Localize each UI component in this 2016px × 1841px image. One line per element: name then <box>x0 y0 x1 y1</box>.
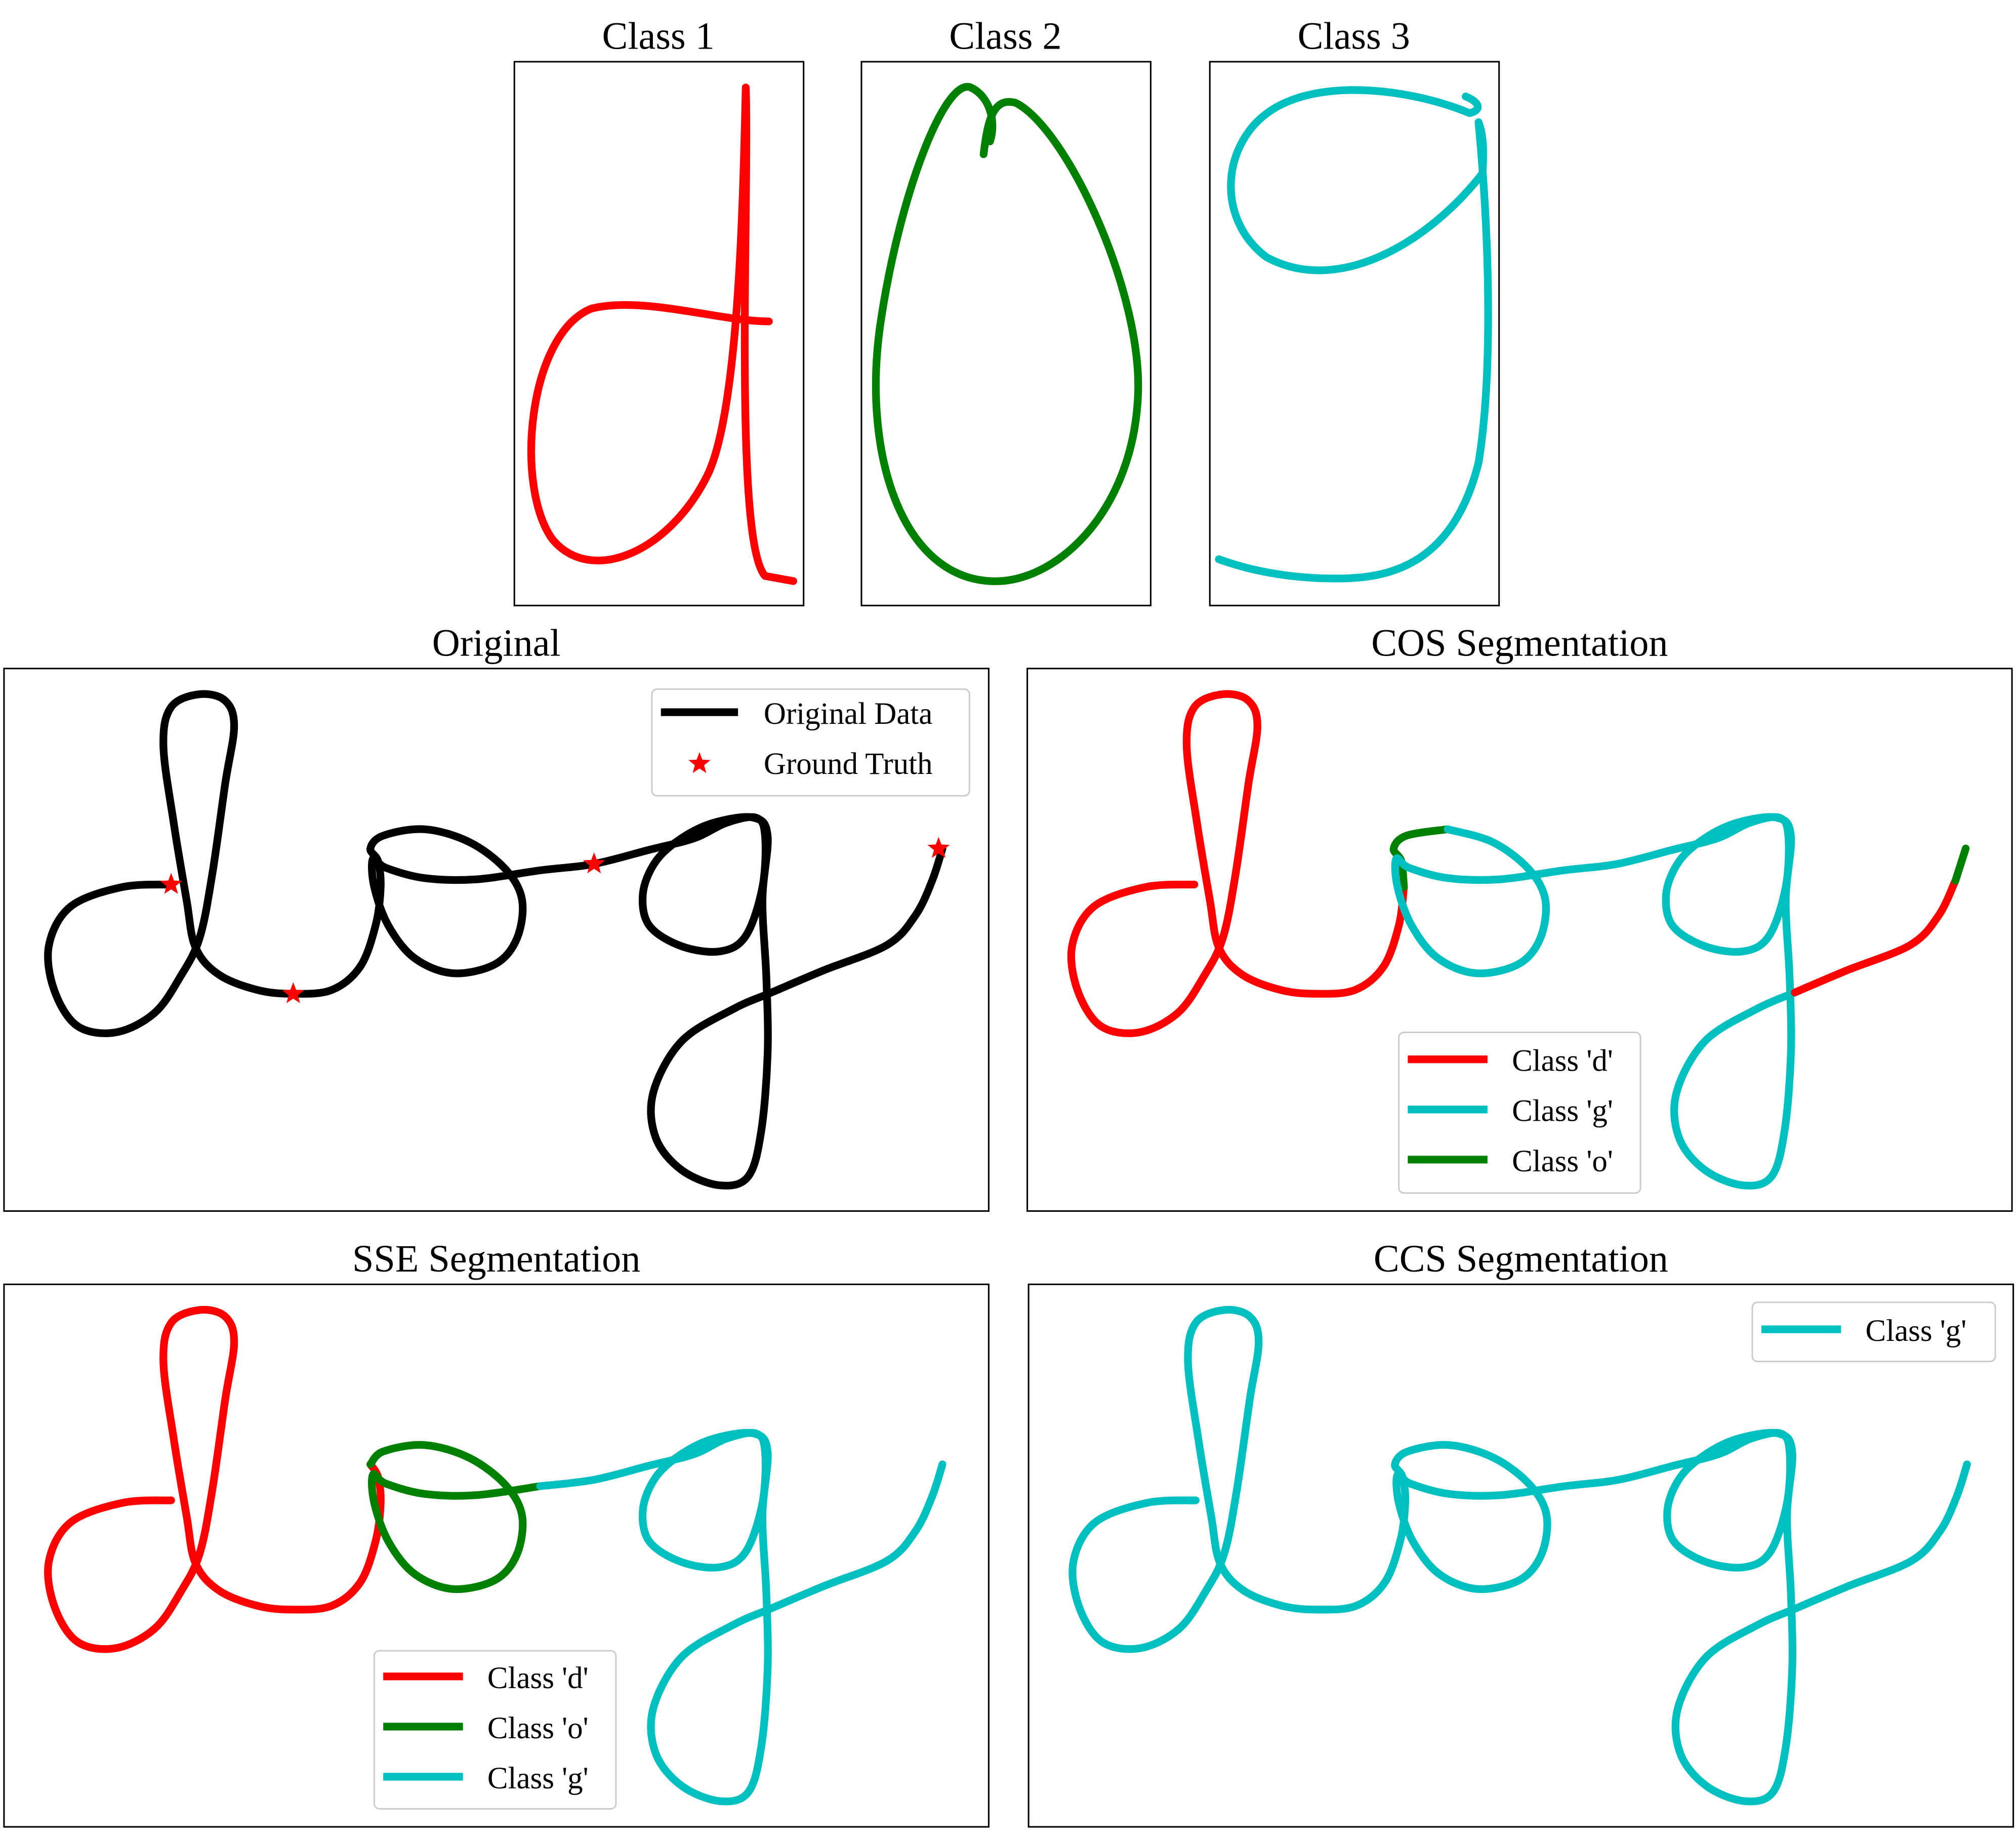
trajectory-segment <box>366 1441 544 1593</box>
class-2-title: Class 2 <box>949 15 1061 58</box>
class-3-title: Class 3 <box>1298 15 1410 58</box>
original-legend: Original Data Ground Truth <box>651 688 970 797</box>
figure: Class 1 Class 2 Class 3 Original Origina… <box>3 15 2014 1828</box>
class-1-panel: Class 1 <box>513 15 805 606</box>
sse-panel: SSE Segmentation Class 'd' Class 'o' Cla… <box>3 1238 990 1828</box>
cos-legend-o: Class 'o' <box>1512 1144 1613 1178</box>
cos-legend-g: Class 'g' <box>1512 1094 1613 1128</box>
letter-d-stroke <box>527 84 797 585</box>
cos-title: COS Segmentation <box>1371 622 1668 664</box>
sse-title: SSE Segmentation <box>352 1238 640 1280</box>
ccs-legend-g: Class 'g' <box>1866 1314 1967 1348</box>
class-2-panel: Class 2 <box>860 15 1151 606</box>
ground-truth-markers <box>160 837 950 1003</box>
sse-legend-d: Class 'd' <box>487 1661 589 1695</box>
ccs-legend: Class 'g' <box>1751 1301 1996 1363</box>
ccs-panel: CCS Segmentation Class 'g' <box>1027 1238 2014 1828</box>
trajectory-segment <box>1951 844 1970 885</box>
sse-legend: Class 'd' Class 'o' Class 'g' <box>373 1650 617 1810</box>
trajectory-segment <box>1791 877 1959 997</box>
ground-truth-star <box>583 852 605 874</box>
original-title: Original <box>432 622 561 664</box>
trajectory-segment <box>1068 1305 1971 1806</box>
class-1-title: Class 1 <box>602 15 715 58</box>
class-3-panel: Class 3 <box>1209 15 1500 606</box>
original-panel: Original Original Data Ground Truth <box>3 622 990 1212</box>
ccs-title: CCS Segmentation <box>1374 1238 1668 1280</box>
ccs-trajectory <box>1068 1305 1971 1806</box>
cos-panel: COS Segmentation Class 'd' Class 'g' Cla… <box>1026 622 2013 1212</box>
legend-ground-truth: Ground Truth <box>764 747 933 781</box>
trajectory-segment <box>1067 690 1408 1037</box>
ccs-frame <box>1027 1283 2014 1828</box>
ground-truth-star <box>282 982 305 1003</box>
cos-legend: Class 'd' Class 'g' Class 'o' <box>1398 1031 1641 1194</box>
letter-g-stroke <box>1215 86 1492 583</box>
sse-legend-g: Class 'g' <box>487 1762 589 1795</box>
trajectory-segment <box>44 1305 385 1653</box>
letter-o-stroke <box>872 83 1142 585</box>
sse-legend-o: Class 'o' <box>487 1711 589 1745</box>
legend-original-data: Original Data <box>764 697 932 731</box>
cos-legend-d: Class 'd' <box>1512 1044 1613 1078</box>
